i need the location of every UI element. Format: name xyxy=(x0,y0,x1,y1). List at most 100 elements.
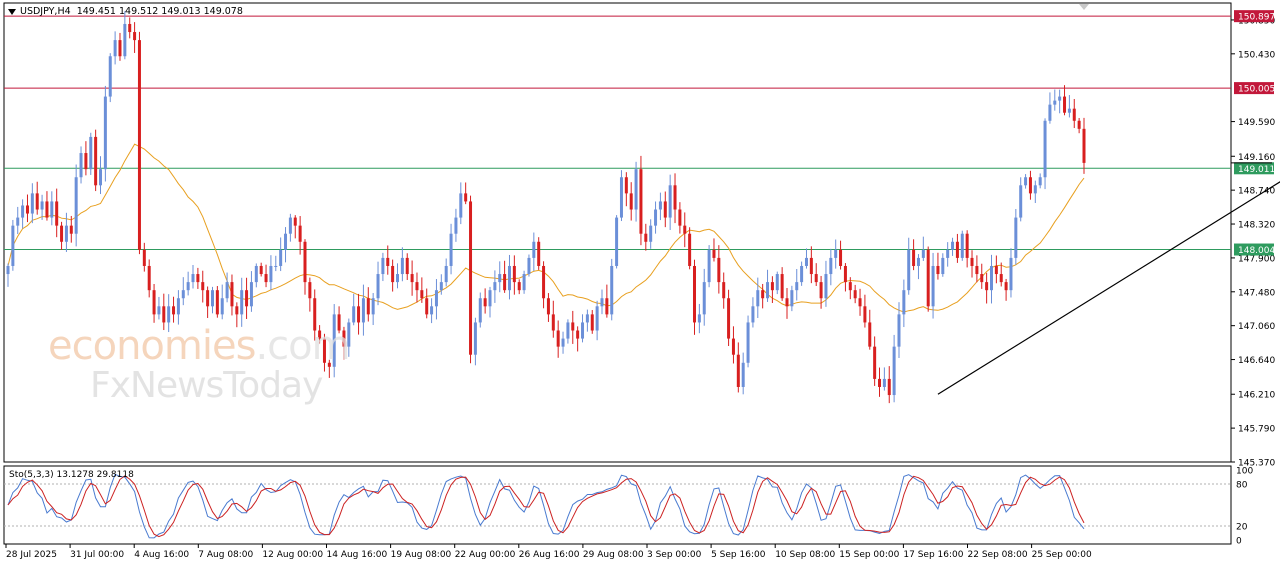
x-tick-label: 10 Sep 08:00 xyxy=(775,550,835,560)
candle-body xyxy=(585,314,589,323)
stochastic-label: Sto(5,3,3) 13.1278 29.8118 xyxy=(9,470,134,480)
candle-body xyxy=(118,40,122,57)
candle-body xyxy=(512,265,516,283)
candle-body xyxy=(1053,100,1057,105)
candle-body xyxy=(396,274,400,283)
candle-body xyxy=(230,282,234,307)
candle-body xyxy=(985,282,989,291)
stoch-axis-label: 0 xyxy=(1236,537,1242,547)
y-tick-label: 148.320 xyxy=(1238,221,1275,231)
candle-body xyxy=(761,290,765,299)
candle-body xyxy=(84,153,88,170)
x-tick-label: 31 Jul 00:00 xyxy=(70,550,124,560)
candle-body xyxy=(225,282,229,299)
candle-body xyxy=(804,257,808,266)
candle-body xyxy=(162,306,166,323)
watermark-economies: economies.com xyxy=(48,323,351,369)
symbol-menu-icon[interactable] xyxy=(8,8,16,15)
candle-body xyxy=(1077,120,1081,129)
candle-body xyxy=(420,290,424,299)
candle-body xyxy=(980,274,984,283)
watermark-fxnewstoday: FxNewsToday xyxy=(90,365,323,406)
candle-body xyxy=(113,40,117,57)
candle-body xyxy=(668,185,672,218)
candle-body xyxy=(683,225,687,234)
candle-body xyxy=(191,274,195,283)
candle-body xyxy=(69,225,73,234)
candle-body xyxy=(245,290,249,307)
y-tick-label: 146.640 xyxy=(1238,356,1275,366)
y-tick-label: 145.790 xyxy=(1238,425,1275,435)
candle-body xyxy=(712,249,716,258)
candle-body xyxy=(279,249,283,266)
candle-body xyxy=(912,249,916,266)
watermark-main: economies xyxy=(48,323,256,369)
candle-body xyxy=(478,298,482,323)
candle-body xyxy=(595,306,599,331)
candle-body xyxy=(269,265,273,283)
candle-body xyxy=(951,241,955,250)
candle-body xyxy=(887,378,891,396)
candle-body xyxy=(444,265,448,283)
candle-body xyxy=(955,241,959,258)
candle-body xyxy=(186,282,190,291)
level-price-tag-label: 149.011 xyxy=(1238,165,1275,175)
candle-body xyxy=(293,217,297,226)
candle-body xyxy=(386,257,390,266)
candle-body xyxy=(897,314,901,347)
candle-body xyxy=(839,249,843,266)
candle-body xyxy=(936,265,940,275)
candle-body xyxy=(1014,217,1018,258)
x-tick-label: 25 Sep 00:00 xyxy=(1032,550,1092,560)
candle-body xyxy=(863,306,867,323)
candle-body xyxy=(751,306,755,323)
candle-body xyxy=(829,257,833,275)
candle-body xyxy=(254,265,258,283)
candle-body xyxy=(537,241,541,266)
price-chart[interactable]: 10080200 150.850150.430149.590149.160148… xyxy=(0,0,1280,567)
candle-body xyxy=(722,282,726,299)
x-tick-label: 7 Aug 08:00 xyxy=(198,550,253,560)
chart-canvas[interactable]: 10080200 150.850150.430149.590149.160148… xyxy=(0,0,1280,567)
candle-body xyxy=(147,265,151,291)
candle-body xyxy=(673,185,677,210)
candle-body xyxy=(581,322,585,339)
candle-body xyxy=(1024,177,1028,186)
ohlc-values: 149.451 149.512 149.013 149.078 xyxy=(76,6,243,17)
candle-body xyxy=(172,306,176,315)
candle-body xyxy=(546,298,550,315)
candle-body xyxy=(785,298,789,307)
candle-body xyxy=(181,290,185,299)
candle-body xyxy=(11,225,15,266)
candle-body xyxy=(624,177,628,194)
candle-body xyxy=(405,257,409,275)
candle-body xyxy=(892,346,896,396)
x-tick-label: 4 Aug 16:00 xyxy=(134,550,189,560)
candle-body xyxy=(697,314,701,323)
candle-body xyxy=(834,249,838,258)
candle-body xyxy=(415,282,419,291)
candle-body xyxy=(454,217,458,234)
candle-body xyxy=(21,205,25,218)
candle-body xyxy=(542,265,546,299)
candle-body xyxy=(123,23,127,57)
candle-body xyxy=(25,205,29,214)
candle-body xyxy=(1082,128,1086,163)
candle-body xyxy=(770,282,774,291)
x-tick-label: 12 Aug 00:00 xyxy=(262,550,323,560)
candle-body xyxy=(157,306,161,315)
candle-body xyxy=(766,282,770,299)
candle-body xyxy=(629,193,633,210)
candle-body xyxy=(654,209,658,226)
candle-body xyxy=(926,249,930,307)
candle-body xyxy=(142,249,146,266)
candle-body xyxy=(137,40,141,250)
candle-body xyxy=(371,298,375,315)
candle-body xyxy=(133,32,137,41)
candle-body xyxy=(152,290,156,315)
symbol-label: USDJPY,H4 xyxy=(20,6,71,17)
candle-body xyxy=(692,265,696,323)
candle-body xyxy=(206,290,210,307)
candle-body xyxy=(30,193,34,214)
y-tick-label: 147.480 xyxy=(1238,288,1275,298)
